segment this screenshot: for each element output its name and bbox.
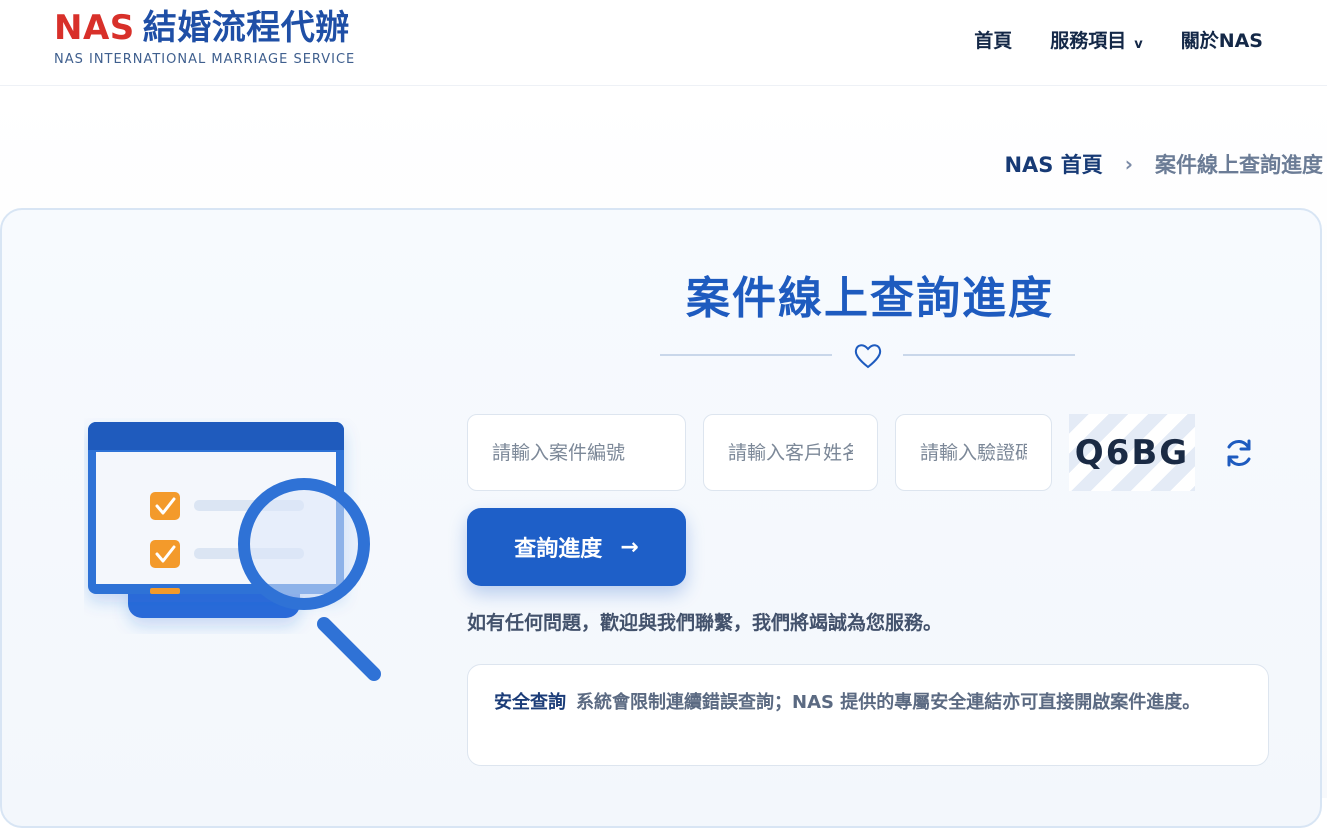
site-header: NAS 結婚流程代辦 NAS INTERNATIONAL MARRIAGE SER… (0, 0, 1327, 86)
page-title: 案件線上查詢進度 (686, 273, 1054, 324)
heart-outline-icon (854, 344, 882, 369)
title-divider-left (660, 354, 832, 356)
site-logo[interactable]: NAS 結婚流程代辦 NAS INTERNATIONAL MARRIAGE SER… (54, 8, 355, 67)
case-number-input[interactable] (467, 414, 686, 491)
nav-home-label: 首頁 (974, 30, 1013, 52)
nav-about[interactable]: 關於NAS (1181, 26, 1263, 53)
breadcrumb-separator: › (1124, 152, 1133, 176)
nav-about-label: 關於NAS (1180, 30, 1263, 52)
help-text: 如有任何問題，歡迎與我們聯繫，我們將竭誠為您服務。 (467, 612, 943, 634)
logo-subtitle: NAS INTERNATIONAL MARRIAGE SERVICE (54, 52, 356, 67)
logo-chinese-text: 結婚流程代辦 (142, 8, 350, 48)
customer-name-input[interactable] (703, 414, 878, 491)
refresh-icon[interactable] (1222, 436, 1256, 470)
nav-home[interactable]: 首頁 (974, 26, 1012, 53)
main-nav: 首頁 服務項目 v 關於NAS (974, 26, 1263, 53)
breadcrumb-current: 案件線上查詢進度 (1155, 153, 1323, 177)
captcha-image[interactable]: Q6BG (1069, 414, 1195, 491)
query-button-label: 查詢進度 (514, 537, 603, 562)
captcha-input[interactable] (895, 414, 1052, 491)
nav-services[interactable]: 服務項目 v (1050, 26, 1143, 53)
breadcrumb: NAS 首頁 › 案件線上查詢進度 (1004, 149, 1323, 179)
logo-nas-text: NAS (54, 8, 135, 48)
arrow-right-icon: → (620, 534, 639, 560)
nav-services-label: 服務項目 (1050, 30, 1127, 52)
search-checklist-illustration (88, 422, 381, 681)
breadcrumb-home-link[interactable]: NAS 首頁 (1004, 149, 1102, 179)
logo-title: NAS 結婚流程代辦 (54, 8, 355, 48)
notice-label: 安全查詢 (494, 692, 566, 713)
chevron-down-icon: v (1134, 37, 1143, 52)
notice-text: 系統會限制連續錯誤查詢；NAS 提供的專屬安全連結亦可直接開啟案件進度。 (576, 692, 1201, 713)
query-progress-button[interactable]: 查詢進度 → (467, 508, 686, 586)
title-divider-right (903, 354, 1075, 356)
security-notice: 安全查詢 系統會限制連續錯誤查詢；NAS 提供的專屬安全連結亦可直接開啟案件進度。 (467, 664, 1269, 766)
